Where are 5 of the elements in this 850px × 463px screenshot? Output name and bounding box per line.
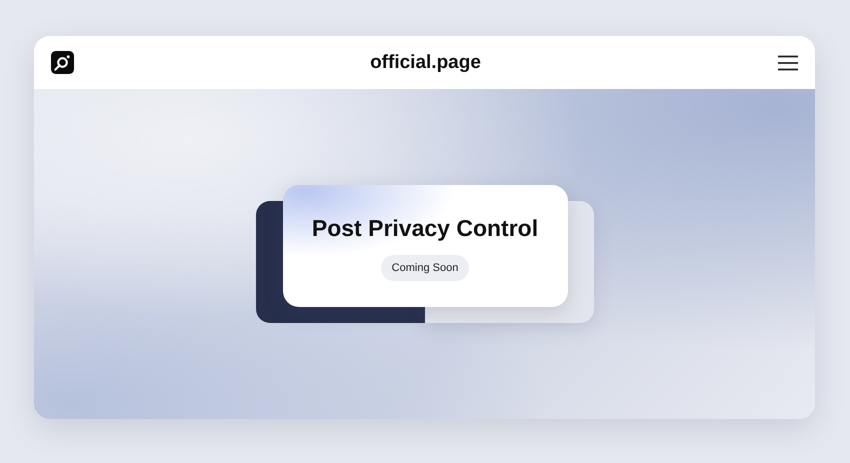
card-title: Post Privacy Control	[312, 215, 538, 242]
site-title: official.page	[370, 52, 481, 74]
menu-icon[interactable]	[776, 54, 799, 70]
status-badge: Coming Soon	[380, 255, 470, 281]
logo-icon[interactable]	[51, 51, 74, 74]
